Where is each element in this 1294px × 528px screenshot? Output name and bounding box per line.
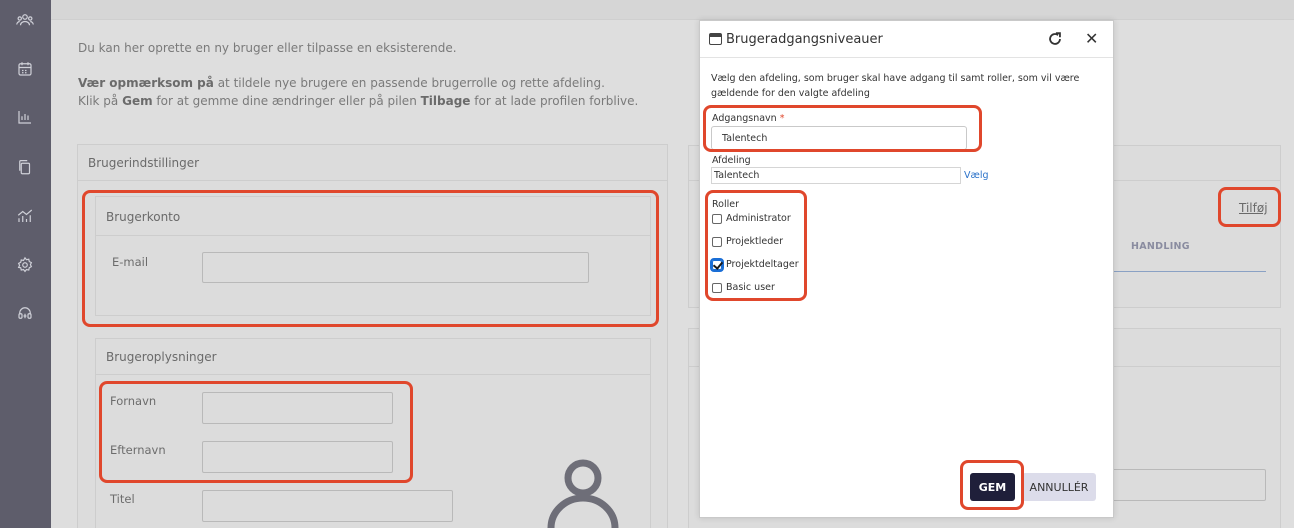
- modal-title: Brugeradgangsniveauer: [726, 32, 883, 47]
- info-panel-title: Brugeroplysninger: [106, 350, 217, 364]
- intro-line-3: Klik på Gem for at gemme dine ændringer …: [78, 94, 638, 108]
- intro-gem-word: Gem: [122, 94, 153, 108]
- modal-description: Vælg den afdeling, som bruger skal have …: [711, 73, 1080, 99]
- title-field[interactable]: [202, 490, 453, 522]
- intro-line-3-pre: Klik på: [78, 94, 123, 108]
- bar-chart-icon[interactable]: [13, 105, 37, 129]
- department-label: Afdeling: [712, 155, 751, 166]
- intro-line-1: Du kan her oprette en ny bruger eller ti…: [78, 41, 457, 55]
- analytics-icon[interactable]: [13, 204, 37, 228]
- intro-bold-notice: Vær opmærksom på: [78, 76, 214, 90]
- close-icon[interactable]: ✕: [1085, 29, 1098, 48]
- department-input[interactable]: Talentech: [711, 167, 961, 184]
- highlight-access-name: [703, 105, 982, 152]
- window-icon: [709, 33, 722, 45]
- refresh-icon[interactable]: [1046, 30, 1064, 48]
- action-column-header: HANDLING: [1131, 241, 1190, 252]
- settings-panel-title: Brugerindstillinger: [88, 156, 200, 170]
- top-bar: [51, 0, 1294, 20]
- divider: [96, 374, 650, 375]
- intro-line-3-post: for at lade profilen forblive.: [470, 94, 639, 108]
- avatar-placeholder-icon: [547, 459, 619, 528]
- cancel-button[interactable]: ANNULLÉR: [1022, 473, 1096, 501]
- highlight-names: [99, 381, 413, 483]
- title-label: Titel: [110, 492, 135, 506]
- highlight-roles: [705, 190, 807, 301]
- intro-line-3-mid: for at gemme dine ændringer eller på pil…: [152, 94, 421, 108]
- users-icon[interactable]: [13, 8, 37, 32]
- intro-line-2-rest: at tildele nye brugere en passende bruge…: [213, 76, 605, 90]
- calendar-icon[interactable]: [13, 57, 37, 81]
- choose-department-link[interactable]: Vælg: [964, 170, 989, 181]
- divider: [78, 180, 667, 181]
- highlight-save: [960, 460, 1024, 510]
- highlight-account: [82, 190, 659, 327]
- right-field[interactable]: [1100, 469, 1266, 501]
- headset-icon[interactable]: [13, 301, 37, 325]
- intro-tilbage-word: Tilbage: [420, 94, 471, 108]
- highlight-add-link: [1218, 187, 1281, 227]
- divider: [700, 57, 1113, 58]
- intro-line-2: Vær opmærksom på at tildele nye brugere …: [78, 76, 605, 90]
- sidebar: [0, 0, 51, 528]
- gear-icon[interactable]: [13, 253, 37, 277]
- documents-icon[interactable]: [13, 155, 37, 179]
